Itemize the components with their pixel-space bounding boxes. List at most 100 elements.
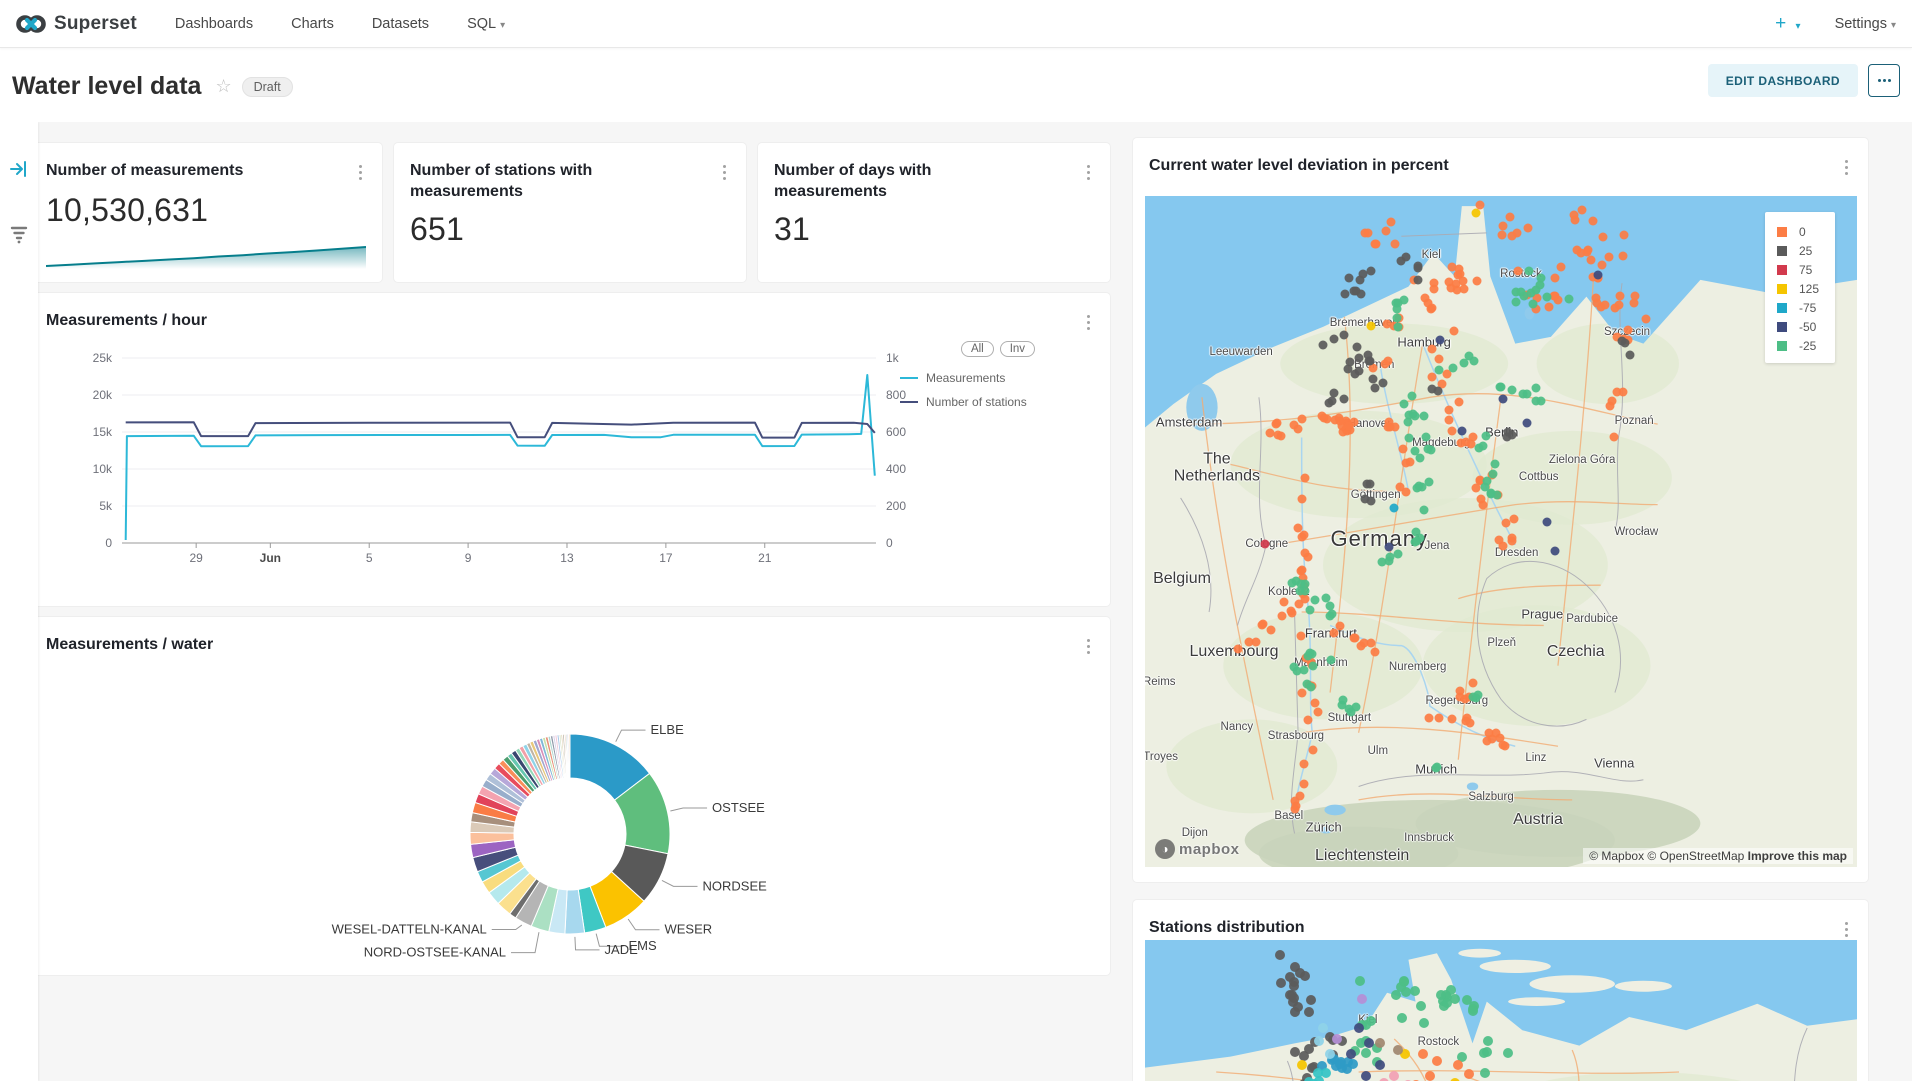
deviation-map[interactable]: LeeuwardenKielRostockSzczecinBremerhaven… (1145, 196, 1857, 867)
station-dot (1479, 1048, 1489, 1058)
station-dot (1348, 1059, 1358, 1069)
card-menu-button[interactable] (719, 161, 730, 184)
svg-text:1k: 1k (886, 351, 900, 365)
station-dot (1273, 430, 1282, 439)
legend-label: 75 (1799, 263, 1812, 277)
station-dot (1508, 534, 1517, 543)
map-city-label: Czechia (1521, 643, 1631, 661)
station-dot (1483, 1036, 1493, 1046)
station-dot (1598, 261, 1607, 270)
nav-item-datasets[interactable]: Datasets (372, 16, 429, 32)
station-dot (1304, 716, 1313, 725)
top-navigation: Superset Dashboards Charts Datasets SQL▾… (0, 0, 1912, 48)
svg-text:9: 9 (465, 551, 472, 565)
legend-swatch (1777, 265, 1787, 275)
donut-label: ELBE (651, 722, 685, 737)
station-dot (1389, 1071, 1399, 1081)
station-dot (1384, 542, 1393, 551)
station-dot (1329, 335, 1338, 344)
card-menu-button[interactable] (355, 161, 366, 184)
new-item-button[interactable]: + ▾ (1775, 13, 1800, 35)
station-dot (1496, 733, 1505, 742)
station-dot (1453, 1060, 1463, 1070)
svg-text:Jun: Jun (260, 551, 281, 565)
legend-item[interactable]: Number of stations (900, 395, 1096, 409)
station-dot (1432, 1056, 1442, 1066)
map-legend-item[interactable]: 75 (1777, 260, 1819, 279)
map-city-label: The Netherlands (1162, 450, 1272, 485)
legend-item[interactable]: Measurements (900, 371, 1096, 385)
stations-map[interactable]: KielRostockBremerhaven (1145, 940, 1857, 1081)
donut-chart[interactable]: ELBEOSTSEENORDSEEWESEREMSJADENORD-OSTSEE… (30, 658, 1110, 968)
favorite-star-icon[interactable]: ☆ (215, 76, 231, 97)
card-menu-button[interactable] (1083, 161, 1094, 184)
filter-icon[interactable] (0, 224, 38, 244)
improve-map-link[interactable]: Improve this map (1748, 849, 1847, 863)
header-more-button[interactable] (1868, 64, 1900, 97)
legend-inv-pill[interactable]: Inv (1000, 341, 1035, 357)
station-dot (1461, 716, 1470, 725)
infinity-logo-icon (16, 13, 46, 35)
chart-title: Current water level deviation in percent (1149, 156, 1449, 177)
map-city-label: Linz (1525, 752, 1546, 764)
map-legend-item[interactable]: 25 (1777, 241, 1819, 260)
station-dot (1508, 231, 1517, 240)
station-dot (1318, 412, 1327, 421)
donut-slice[interactable] (569, 734, 570, 778)
superset-logo[interactable]: Superset (16, 13, 137, 35)
map-legend-item[interactable]: -50 (1777, 317, 1819, 336)
station-dot (1293, 667, 1302, 676)
map-city-label: Amsterdam (1156, 415, 1222, 430)
station-dot (1370, 240, 1379, 249)
station-dot (1423, 445, 1432, 454)
station-dot (1296, 632, 1305, 641)
station-dot (1507, 386, 1516, 395)
map-city-label: Dijon (1182, 827, 1208, 839)
station-dot (1297, 1060, 1307, 1070)
chart-title: Measurements / hour (46, 311, 207, 332)
station-dot (1324, 399, 1333, 408)
edit-dashboard-button[interactable]: EDIT DASHBOARD (1708, 64, 1858, 97)
station-dot (1601, 301, 1610, 310)
legend-all-pill[interactable]: All (961, 341, 994, 357)
station-dot (1605, 253, 1614, 262)
station-dot (1578, 205, 1587, 214)
station-dot (1444, 416, 1453, 425)
card-menu-button[interactable] (1841, 918, 1852, 941)
card-menu-button[interactable] (1083, 311, 1094, 334)
station-dot (1607, 396, 1616, 405)
map-legend-item[interactable]: -75 (1777, 298, 1819, 317)
station-dot (1355, 976, 1365, 986)
station-dot (1556, 263, 1565, 272)
nav-item-charts[interactable]: Charts (291, 16, 334, 32)
station-dot (1416, 1001, 1426, 1011)
svg-text:29: 29 (189, 551, 203, 565)
map-legend-item[interactable]: -25 (1777, 336, 1819, 355)
station-dot (1536, 397, 1545, 406)
mapbox-logo[interactable]: ◑mapbox (1155, 839, 1240, 859)
station-dot (1424, 714, 1433, 723)
settings-menu[interactable]: Settings▾ (1835, 16, 1896, 32)
station-dot (1490, 460, 1499, 469)
map-legend-item[interactable]: 0 (1777, 222, 1819, 241)
station-dot (1292, 802, 1301, 811)
station-dot (1447, 715, 1456, 724)
station-dot (1296, 587, 1305, 596)
map-city-label: Salzburg (1468, 791, 1513, 803)
station-dot (1464, 1069, 1474, 1079)
station-dot (1299, 779, 1308, 788)
card-menu-button[interactable] (1841, 156, 1852, 179)
station-dot (1390, 504, 1399, 513)
station-dot (1609, 432, 1618, 441)
card-menu-button[interactable] (1083, 635, 1094, 658)
attribution-text[interactable]: © Mapbox © OpenStreetMap (1589, 849, 1747, 863)
chevron-down-icon: ▾ (500, 20, 505, 31)
expand-filter-bar-icon[interactable] (0, 160, 38, 178)
station-dot (1361, 1048, 1371, 1058)
map-legend-item[interactable]: 125 (1777, 279, 1819, 298)
station-dot (1318, 341, 1327, 350)
nav-item-dashboards[interactable]: Dashboards (175, 16, 253, 32)
station-dot (1314, 1036, 1324, 1046)
nav-item-sql[interactable]: SQL▾ (467, 16, 505, 32)
station-dot (1364, 1038, 1374, 1048)
